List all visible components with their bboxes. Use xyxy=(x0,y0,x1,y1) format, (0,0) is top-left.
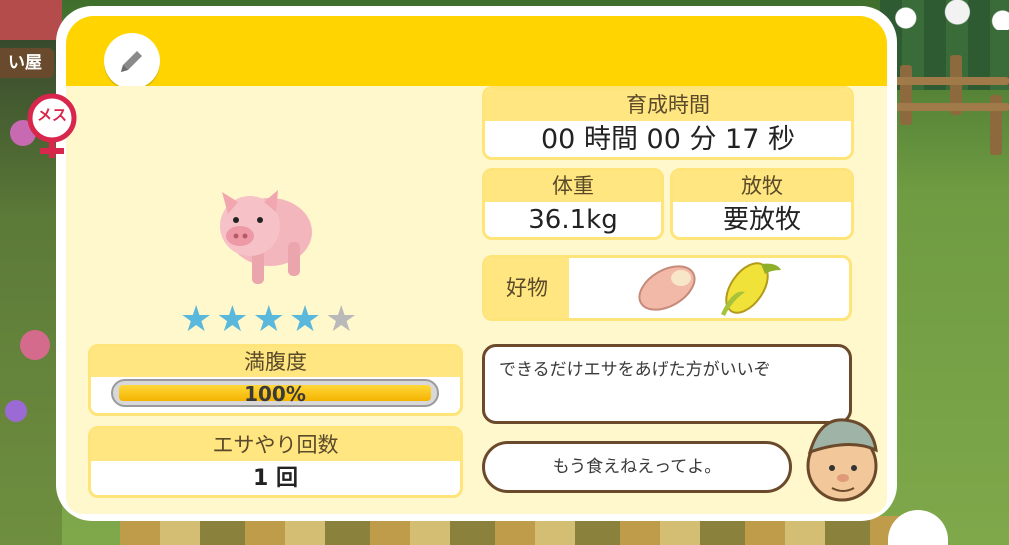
left-scenery: い屋 xyxy=(0,0,62,545)
growth-time-value: 00 時間 00 分 17 秒 xyxy=(541,124,795,155)
corn-icon xyxy=(711,258,785,318)
fullness-panel: 満腹度 100% xyxy=(88,344,463,416)
favorite-foods-panel: 好物 xyxy=(482,255,852,321)
grazing-label: 放牧 xyxy=(673,171,851,202)
gender-label: メス xyxy=(36,106,67,124)
star-filled-icon: ★ xyxy=(216,299,249,340)
weight-label: 体重 xyxy=(485,171,661,202)
snow-patch xyxy=(880,0,1009,30)
star-filled-icon: ★ xyxy=(252,299,285,340)
grazing-panel: 放牧 要放牧 xyxy=(670,168,854,240)
growth-time-panel: 育成時間 00 時間 00 分 17 秒 xyxy=(482,86,854,160)
weight-value: 36.1kg xyxy=(528,205,618,235)
growth-time-label: 育成時間 xyxy=(485,89,851,121)
edit-name-button[interactable] xyxy=(104,33,160,89)
favorite-foods-label: 好物 xyxy=(485,258,569,318)
weight-panel: 体重 36.1kg xyxy=(482,168,664,240)
fullness-bar: 100% xyxy=(111,379,439,407)
star-empty-icon: ★ xyxy=(325,299,358,340)
grazing-value: 要放牧 xyxy=(722,205,801,235)
sweet-potato-icon xyxy=(631,260,701,318)
reply-speech-bubble: もう食えねえってよ。 xyxy=(482,441,792,493)
pencil-icon xyxy=(121,51,142,72)
feed-count-panel: エサやり回数 1 回 xyxy=(88,426,463,498)
advice-speech-bubble: できるだけエサをあげた方がいいぞ xyxy=(482,344,852,424)
star-filled-icon: ★ xyxy=(288,299,322,340)
barn-roof xyxy=(0,0,62,40)
farmer-avatar-icon xyxy=(800,412,882,504)
fullness-value: 100% xyxy=(244,382,306,406)
feed-count-value: 1 回 xyxy=(253,466,298,491)
fullness-label: 満腹度 xyxy=(91,347,460,377)
reply-text: もう食えねえってよ。 xyxy=(552,457,722,477)
star-filled-icon: ★ xyxy=(180,299,213,340)
rating-stars: ★ ★ ★ ★ ★ xyxy=(180,302,357,338)
advice-text: できるだけエサをあげた方がいいぞ xyxy=(499,360,771,380)
wooden-fence xyxy=(890,55,1009,165)
pig-icon[interactable] xyxy=(160,180,330,300)
dialog-header xyxy=(66,16,887,89)
hut-sign[interactable]: い屋 xyxy=(0,48,54,78)
feed-count-label: エサやり回数 xyxy=(91,429,460,461)
female-symbol-icon: メス xyxy=(24,92,80,162)
